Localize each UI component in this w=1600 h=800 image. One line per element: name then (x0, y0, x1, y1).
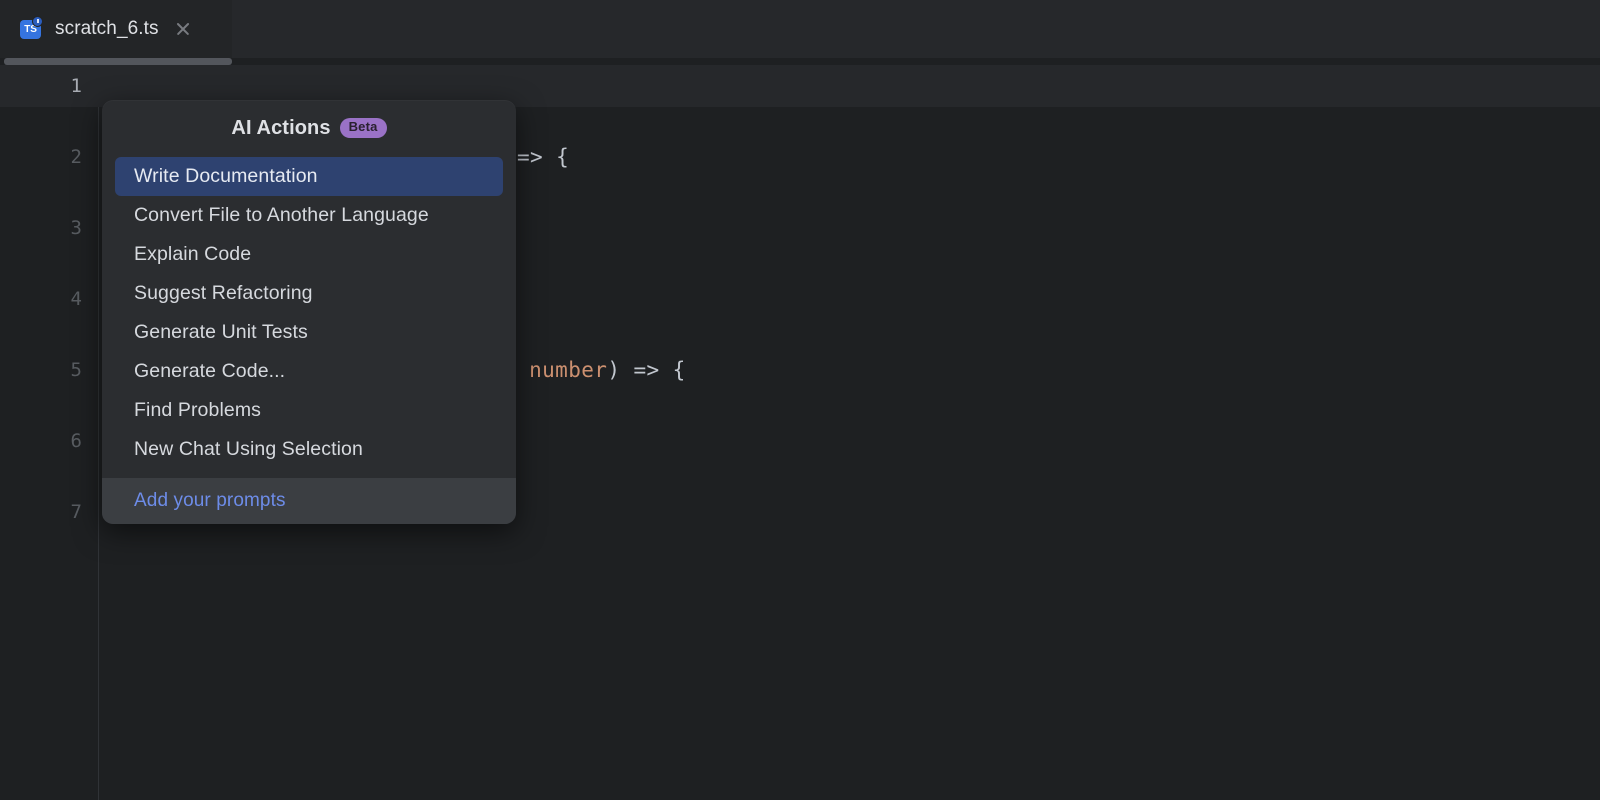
line-number: 1 (70, 75, 82, 97)
ai-actions-header: AI Actions Beta (102, 100, 516, 150)
line-number: 2 (70, 146, 82, 168)
line-number: 5 (70, 359, 82, 381)
menu-item-suggest-refactoring[interactable]: Suggest Refactoring (115, 274, 503, 313)
line-number: 7 (70, 501, 82, 523)
menu-item-generate-code[interactable]: Generate Code... (115, 352, 503, 391)
editor-horizontal-scrollbar[interactable] (4, 58, 232, 65)
close-icon[interactable] (173, 19, 193, 39)
menu-item-convert-file-to-another-language[interactable]: Convert File to Another Language (115, 196, 503, 235)
tab-title: scratch_6.ts (55, 18, 159, 39)
menu-item-find-problems[interactable]: Find Problems (115, 391, 503, 430)
file-modified-badge-icon (32, 16, 43, 27)
editor-tab-scratch-6-ts[interactable]: TS scratch_6.ts (0, 0, 232, 58)
line-number: 4 (70, 288, 82, 310)
line-number: 3 (70, 217, 82, 239)
ide-window: TS scratch_6.ts 1 2 => { 3 4 5 : number)… (0, 0, 1600, 800)
line-code: => { (517, 145, 570, 169)
typescript-file-icon: TS (20, 16, 43, 40)
editor-tab-bar: TS scratch_6.ts (0, 0, 1600, 65)
menu-item-generate-unit-tests[interactable]: Generate Unit Tests (115, 313, 503, 352)
code-token-tail: ) => { (607, 358, 686, 382)
popup-title: AI Actions (231, 116, 331, 139)
ai-actions-footer: Add your prompts (102, 478, 516, 524)
beta-badge: Beta (339, 118, 387, 138)
add-your-prompts-link[interactable]: Add your prompts (134, 490, 286, 512)
ai-actions-popup: AI Actions Beta Write Documentation Conv… (102, 100, 516, 524)
line-code: : number) => { (503, 349, 686, 391)
line-number: 6 (70, 430, 82, 452)
ai-actions-menu: Write Documentation Convert File to Anot… (102, 150, 516, 478)
menu-item-write-documentation[interactable]: Write Documentation (115, 157, 503, 196)
menu-item-new-chat-using-selection[interactable]: New Chat Using Selection (115, 430, 503, 469)
code-token-type: number (529, 358, 608, 382)
menu-item-explain-code[interactable]: Explain Code (115, 235, 503, 274)
